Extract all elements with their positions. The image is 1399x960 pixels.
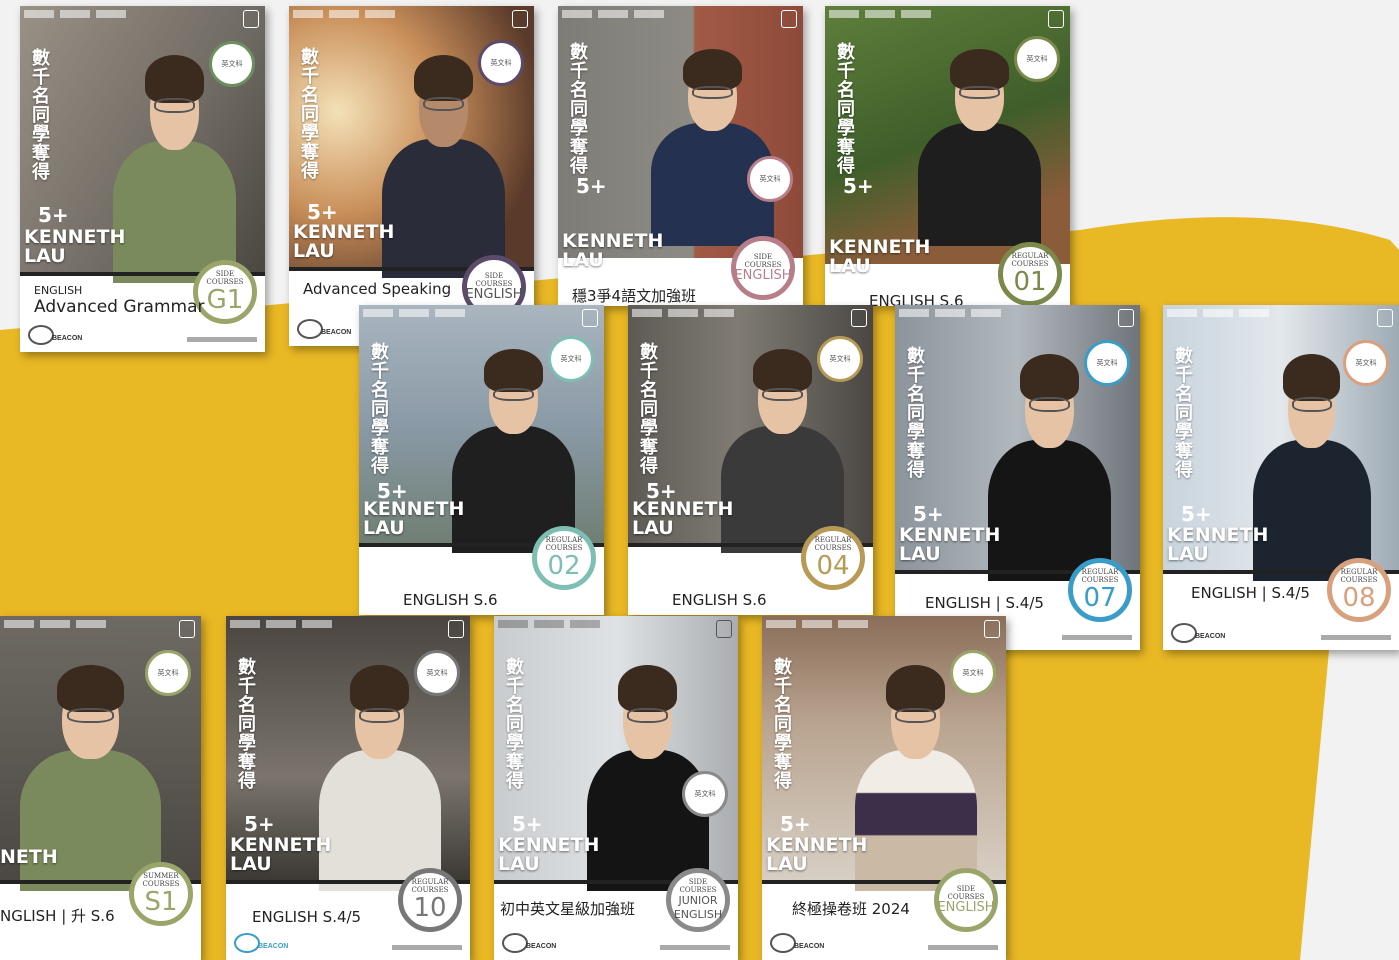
crest-icon (512, 10, 528, 28)
beacon-logo-icon (770, 933, 796, 954)
book-cover-junior-english[interactable]: 數千名同學奪得 5+ 英文科 KENNETH LAU SIDE COURSES … (494, 616, 738, 960)
course-seal: SIDE COURSES ENGLISH (934, 868, 998, 933)
course-seal: SIDE COURSES ENGLISH (731, 236, 795, 300)
tagline: 數千名同學奪得 (771, 657, 792, 791)
course-subtitle: ENGLISH | S.4/5 (925, 594, 1044, 613)
book-cover-08[interactable]: 數千名同學奪得 5+ 英文科 KENNETH LAU REGULAR COURS… (1163, 305, 1399, 650)
crest-icon (851, 309, 867, 327)
crest-icon (179, 620, 195, 638)
tutor-name: KENNETH LAU (24, 225, 126, 267)
course-seal: REGULAR COURSES 04 (801, 526, 865, 591)
tutor-name: KENNETH LAU (230, 834, 332, 875)
book-cover-advanced-speaking[interactable]: 數千名同學奪得 5+ 英文科 KENNETH LAU SIDE COURSES … (289, 6, 534, 346)
award-badge: 英文科 (817, 336, 863, 382)
course-seal: REGULAR COURSES 01 (998, 242, 1062, 306)
book-cover-04[interactable]: 數千名同學奪得 5+ 英文科 KENNETH LAU REGULAR COURS… (628, 305, 873, 615)
tutor-name: KENNETH LAU (632, 497, 734, 539)
course-subtitle: ENGLISH Advanced Grammar (34, 284, 205, 318)
tagline: 數千名同學奪得 (235, 657, 256, 791)
book-cover-02[interactable]: 數千名同學奪得 5+ 英文科 KENNETH LAU REGULAR COURS… (359, 305, 604, 615)
course-seal: REGULAR COURSES 08 (1327, 558, 1391, 623)
crest-icon (716, 620, 732, 638)
crest-icon (781, 10, 797, 28)
grade-badge: 5+ (512, 812, 543, 837)
crest-icon (582, 309, 598, 327)
tutor-name: KENNETH LAU (363, 497, 465, 539)
course-subtitle: ENGLISH S.4/5 (252, 907, 362, 926)
book-cover-s1[interactable]: 英文科 NETH SUMMER COURSES S1 NGLISH | 升 S.… (0, 616, 201, 960)
course-subtitle: Advanced Speaking (303, 280, 452, 299)
tutor-name: KENNETH LAU (498, 834, 600, 875)
book-cover-g1[interactable]: 數千名同學奪得 5+ 英文科 KENNETH LAU SIDE COURSES … (20, 6, 265, 352)
beacon-logo-icon (28, 325, 54, 346)
course-subtitle: 初中英文星級加強班 (500, 899, 636, 918)
course-seal: REGULAR COURSES 02 (532, 526, 596, 591)
award-badge: 英文科 (209, 40, 255, 87)
tagline: 數千名同學奪得 (298, 46, 319, 180)
beacon-logo-icon (297, 319, 323, 340)
tagline: 數千名同學奪得 (637, 342, 658, 476)
book-cover-01[interactable]: 數千名同學奪得 5+ 英文科 KENNETH LAU REGULAR COURS… (825, 6, 1070, 306)
book-cover-07[interactable]: 數千名同學奪得 5+ 英文科 KENNETH LAU REGULAR COURS… (895, 305, 1140, 650)
course-seal: REGULAR COURSES 10 (398, 868, 462, 933)
grade-badge: 5+ (843, 174, 874, 198)
crest-icon (1118, 309, 1134, 327)
grade-badge: 5+ (38, 203, 69, 228)
crest-icon (984, 620, 1000, 638)
tutor-name: KENNETH LAU (1167, 523, 1269, 565)
beacon-logo-icon (502, 933, 528, 954)
course-subtitle: NGLISH | 升 S.6 (0, 906, 115, 925)
award-badge: 英文科 (1014, 36, 1060, 82)
award-badge: 英文科 (1343, 339, 1389, 386)
book-cover-10[interactable]: 數千名同學奪得 5+ 英文科 KENNETH LAU REGULAR COURS… (226, 616, 470, 960)
tutor-name: KENNETH LAU (899, 523, 1001, 565)
tutor-name: KENNETH LAU (766, 834, 868, 875)
book-cover-mock-exam[interactable]: 數千名同學奪得 5+ 英文科 KENNETH LAU SIDE COURSES … (762, 616, 1006, 960)
tagline: 數千名同學奪得 (834, 42, 855, 175)
tagline: 數千名同學奪得 (503, 657, 524, 791)
crest-icon (1048, 10, 1064, 28)
course-subtitle: ENGLISH S.6 (869, 292, 964, 306)
award-badge: 英文科 (478, 40, 524, 86)
tutor-name: KENNETH LAU (562, 230, 664, 271)
grade-badge: 5+ (913, 501, 944, 526)
course-seal: SIDE COURSES JUNIOR ENGLISH (666, 868, 730, 933)
award-badge: 英文科 (1084, 339, 1130, 386)
tagline: 數千名同學奪得 (567, 42, 588, 175)
tutor-name: KENNETH LAU (293, 221, 395, 262)
award-badge: 英文科 (747, 156, 793, 202)
beacon-logo-icon (1171, 623, 1197, 644)
tutor-name: KENNETH LAU (829, 236, 931, 277)
tagline: 數千名同學奪得 (29, 47, 50, 181)
grade-badge: 5+ (307, 199, 338, 224)
grade-badge: 5+ (1181, 501, 1212, 526)
grade-badge: 5+ (780, 812, 811, 837)
award-badge: 英文科 (682, 770, 728, 817)
tagline: 數千名同學奪得 (904, 346, 925, 480)
beacon-logo-icon (234, 933, 260, 954)
course-subtitle: ENGLISH S.6 (672, 590, 767, 609)
crest-icon (1377, 309, 1393, 327)
book-cover-language-booster[interactable]: 數千名同學奪得 5+ 英文科 KENNETH LAU SIDE COURSES … (558, 6, 803, 306)
course-subtitle: ENGLISH S.6 (403, 590, 498, 609)
crest-icon (448, 620, 464, 638)
course-subtitle: 終極操卷班 2024 (792, 899, 910, 918)
course-subtitle: 穩3爭4語文加強班 (572, 287, 697, 305)
course-seal: REGULAR COURSES 07 (1068, 558, 1132, 623)
award-badge: 英文科 (548, 336, 594, 382)
course-seal: SUMMER COURSES S1 (129, 861, 193, 926)
crest-icon (243, 10, 259, 28)
grade-badge: 5+ (576, 174, 607, 198)
tagline: 數千名同學奪得 (368, 342, 389, 476)
grade-badge: 5+ (244, 812, 275, 837)
tagline: 數千名同學奪得 (1172, 346, 1193, 480)
tutor-name: NETH (0, 846, 58, 869)
course-subtitle: ENGLISH | S.4/5 (1191, 583, 1310, 602)
